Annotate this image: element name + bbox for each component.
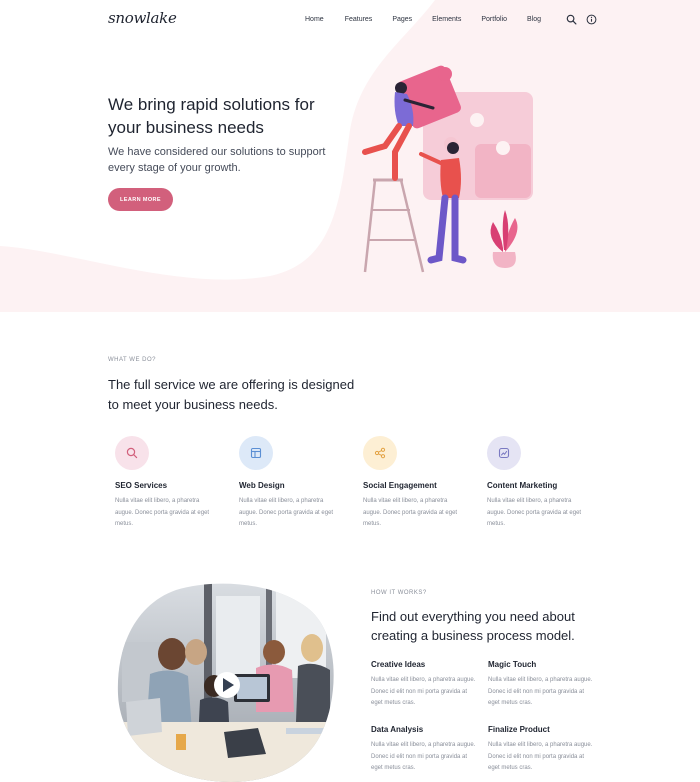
services-eyebrow: WHAT WE DO?: [108, 357, 156, 363]
service-icon-badge: [115, 436, 149, 470]
step-description: Nulla vitae elit libero, a pharetra augu…: [371, 742, 476, 771]
nav-home[interactable]: Home: [305, 16, 324, 23]
service-description: Nulla vitae elit libero, a pharetra augu…: [363, 498, 458, 527]
search-icon[interactable]: [566, 14, 577, 25]
puzzle-team-illustration: [362, 65, 533, 273]
search-icon: [126, 447, 138, 459]
nav-menu: Home Features Pages Elements Portfolio B…: [305, 16, 541, 23]
hero-subtitle: We have considered our solutions to supp…: [108, 146, 326, 174]
how-eyebrow: HOW IT WORKS?: [371, 590, 427, 596]
team-photo: [117, 583, 334, 782]
service-description: Nulla vitae elit libero, a pharetra augu…: [239, 498, 334, 527]
service-icon-badge: [239, 436, 273, 470]
nav-blog[interactable]: Blog: [527, 16, 541, 23]
service-name: Social Engagement: [363, 481, 437, 490]
service-card-content-marketing: Content Marketing Nulla vitae elit liber…: [480, 436, 582, 531]
navbar: snowlake Home Features Pages Elements Po…: [0, 0, 700, 40]
step-description: Nulla vitae elit libero, a pharetra augu…: [488, 677, 593, 706]
service-icon-badge: [363, 436, 397, 470]
nav-portfolio[interactable]: Portfolio: [481, 16, 507, 23]
step-name: Finalize Product: [488, 725, 550, 734]
hero-section: snowlake Home Features Pages Elements Po…: [0, 0, 700, 312]
info-icon[interactable]: [586, 14, 597, 25]
service-name: Web Design: [239, 481, 285, 490]
step-description: Nulla vitae elit libero, a pharetra augu…: [488, 742, 593, 771]
service-card-seo: SEO Services Nulla vitae elit libero, a …: [108, 436, 210, 531]
step-description: Nulla vitae elit libero, a pharetra augu…: [371, 677, 476, 706]
step-data-analysis: Data Analysis Nulla vitae elit libero, a…: [371, 725, 479, 775]
chart-icon: [498, 447, 510, 459]
service-icon-badge: [487, 436, 521, 470]
step-finalize-product: Finalize Product Nulla vitae elit libero…: [488, 725, 596, 775]
service-description: Nulla vitae elit libero, a pharetra augu…: [115, 498, 210, 527]
step-name: Creative Ideas: [371, 660, 426, 669]
step-magic-touch: Magic Touch Nulla vitae elit libero, a p…: [488, 660, 596, 710]
hero-title: We bring rapid solutions for your busine…: [108, 95, 315, 137]
step-creative-ideas: Creative Ideas Nulla vitae elit libero, …: [371, 660, 479, 710]
layout-icon: [250, 447, 262, 459]
hero-wave-shape: [0, 0, 435, 280]
logo[interactable]: snowlake: [108, 9, 177, 27]
nav-pages[interactable]: Pages: [392, 16, 412, 23]
service-name: Content Marketing: [487, 481, 558, 490]
service-card-web-design: Web Design Nulla vitae elit libero, a ph…: [232, 436, 334, 531]
how-title: Find out everything you need about creat…: [371, 609, 575, 643]
service-card-social-engagement: Social Engagement Nulla vitae elit liber…: [356, 436, 458, 531]
service-description: Nulla vitae elit libero, a pharetra augu…: [487, 498, 582, 527]
nav-icons: [566, 14, 597, 25]
step-name: Magic Touch: [488, 660, 537, 669]
step-name: Data Analysis: [371, 725, 424, 734]
service-name: SEO Services: [115, 481, 168, 490]
learn-more-button[interactable]: LEARN MORE: [108, 188, 173, 211]
nav-features[interactable]: Features: [345, 16, 373, 23]
services-title: The full service we are offering is desi…: [108, 377, 355, 412]
share-icon: [374, 447, 386, 459]
nav-elements[interactable]: Elements: [432, 16, 461, 23]
